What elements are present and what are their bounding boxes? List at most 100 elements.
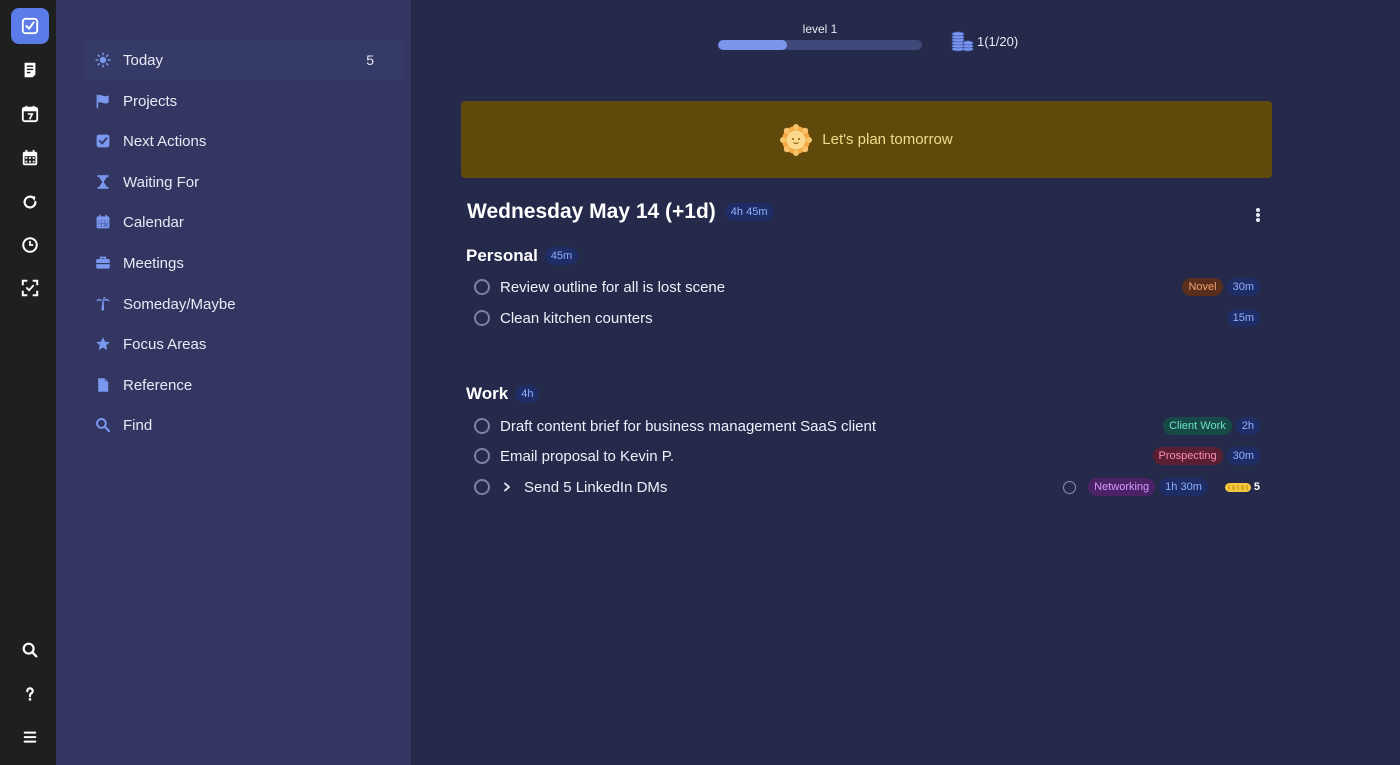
coins-counter[interactable]: 1(1/20) [949, 30, 1018, 52]
energy-indicator: 5 [1222, 481, 1260, 493]
task-tag[interactable]: Novel [1182, 278, 1223, 296]
task-checkbox[interactable] [474, 479, 490, 495]
task-row[interactable]: Clean kitchen counters 15m [474, 304, 1266, 332]
task-tag[interactable]: Client Work [1163, 417, 1232, 435]
briefcase-icon [94, 254, 112, 272]
task-duration-badge: 30m [1226, 447, 1260, 465]
task-duration-badge: 2h [1235, 417, 1260, 435]
flag-icon [94, 92, 112, 110]
sidebar-item-reference[interactable]: Reference [84, 366, 404, 404]
banner-text: Let's plan tomorrow [822, 131, 953, 148]
hourglass-icon [94, 173, 112, 191]
checkbox-icon [94, 132, 112, 150]
calendar-month-icon [22, 149, 38, 166]
coins-icon [951, 31, 974, 52]
section-title: Personal [466, 246, 538, 265]
rail-calendar-month-button[interactable] [11, 140, 49, 176]
coins-text: 1(1/20) [977, 33, 1019, 49]
notes-icon [24, 62, 36, 78]
main-content: level 1 1(1/20) Let's plan tomorrow Wedn… [411, 0, 1400, 765]
section-personal-header: Personal 45m [466, 246, 579, 266]
day-header: Wednesday May 14 (+1d) 4h 45m [467, 200, 774, 224]
task-duration-badge: 15m [1226, 309, 1260, 327]
sidebar-item-calendar[interactable]: Calendar [84, 203, 404, 241]
task-duration-badge: 1h 30m [1159, 478, 1208, 496]
task-row[interactable]: Draft content brief for business managem… [474, 412, 1266, 440]
sidebar-item-projects[interactable]: Projects [84, 82, 404, 120]
rail-menu-button[interactable] [11, 719, 49, 755]
search-icon [94, 416, 112, 434]
task-duration-badge: 30m [1226, 278, 1260, 296]
help-icon [26, 687, 34, 701]
rail-help-button[interactable] [11, 676, 49, 712]
star-icon [94, 335, 112, 353]
sidebar-item-label: Reference [123, 376, 193, 394]
task-tag[interactable]: Networking [1088, 478, 1156, 496]
subtask-status-icon[interactable] [1063, 480, 1077, 494]
sidebar-item-find[interactable]: Find [84, 406, 404, 444]
focus-icon [21, 279, 39, 297]
task-title[interactable]: Draft content brief for business managem… [500, 418, 876, 435]
task-row[interactable]: Review outline for all is lost scene Nov… [474, 273, 1266, 301]
task-row[interactable]: Email proposal to Kevin P. Prospecting 3… [474, 442, 1266, 470]
sun-icon [94, 51, 112, 69]
calendar-day-icon [21, 105, 39, 123]
rail-calendar-day-button[interactable] [11, 96, 49, 132]
calendar-icon [94, 213, 112, 231]
rail-clock-button[interactable] [11, 227, 49, 263]
rail-tasks-button[interactable] [11, 8, 49, 44]
checkbox-icon [21, 17, 39, 35]
refresh-icon [23, 195, 37, 209]
icon-rail [0, 0, 56, 765]
rail-focus-button[interactable] [11, 270, 49, 306]
sidebar-item-label: Today [123, 51, 164, 69]
task-title[interactable]: Review outline for all is lost scene [500, 279, 725, 296]
energy-value: 5 [1253, 481, 1260, 493]
clock-icon [22, 237, 38, 253]
task-tag[interactable]: Prospecting [1152, 447, 1223, 465]
sidebar-item-today[interactable]: Today 5 [84, 41, 404, 79]
task-title[interactable]: Send 5 LinkedIn DMs [524, 479, 667, 496]
section-title: Work [466, 384, 509, 403]
plan-tomorrow-banner[interactable]: Let's plan tomorrow [461, 101, 1272, 178]
section-work-header: Work 4h [466, 384, 540, 404]
battery-icon [1224, 482, 1251, 492]
sidebar-item-label: Meetings [123, 254, 184, 272]
more-options-icon[interactable] [1253, 206, 1263, 224]
task-checkbox[interactable] [474, 448, 490, 464]
level-progress: level 1 [718, 22, 922, 50]
day-title: Wednesday May 14 (+1d) [467, 200, 716, 223]
document-icon [94, 376, 112, 394]
expand-chevron-icon[interactable] [500, 480, 514, 494]
sidebar-item-waiting-for[interactable]: Waiting For [84, 163, 404, 201]
sidebar: Today 5 Projects Next Actions Waiting Fo… [56, 0, 411, 765]
sidebar-item-someday-maybe[interactable]: Someday/Maybe [84, 285, 404, 323]
sidebar-item-label: Find [123, 416, 153, 434]
sidebar-item-label: Projects [123, 92, 178, 110]
sidebar-item-focus-areas[interactable]: Focus Areas [84, 325, 404, 363]
today-count: 5 [366, 52, 374, 68]
task-row[interactable]: Send 5 LinkedIn DMs Networking 1h 30m 5 [474, 473, 1266, 501]
rail-refresh-button[interactable] [11, 184, 49, 220]
sidebar-item-next-actions[interactable]: Next Actions [84, 122, 404, 160]
search-icon [22, 642, 38, 658]
sidebar-item-label: Someday/Maybe [123, 295, 236, 313]
task-checkbox[interactable] [474, 418, 490, 434]
task-title[interactable]: Clean kitchen counters [500, 310, 653, 327]
sidebar-item-label: Next Actions [123, 132, 207, 150]
sidebar-item-meetings[interactable]: Meetings [84, 244, 404, 282]
day-total-badge: 4h 45m [724, 203, 774, 221]
level-progress-bar [718, 40, 922, 50]
level-progress-fill [718, 40, 788, 50]
rail-notes-button[interactable] [11, 52, 49, 88]
task-checkbox[interactable] [474, 310, 490, 326]
task-checkbox[interactable] [474, 279, 490, 295]
sidebar-item-label: Focus Areas [123, 335, 207, 353]
task-title[interactable]: Email proposal to Kevin P. [500, 448, 674, 465]
sun-face-icon [780, 123, 813, 156]
sidebar-item-label: Calendar [123, 213, 184, 231]
sidebar-item-label: Waiting For [123, 173, 200, 191]
section-duration-badge: 4h [515, 385, 540, 403]
rail-search-button[interactable] [11, 632, 49, 668]
section-duration-badge: 45m [544, 247, 579, 265]
